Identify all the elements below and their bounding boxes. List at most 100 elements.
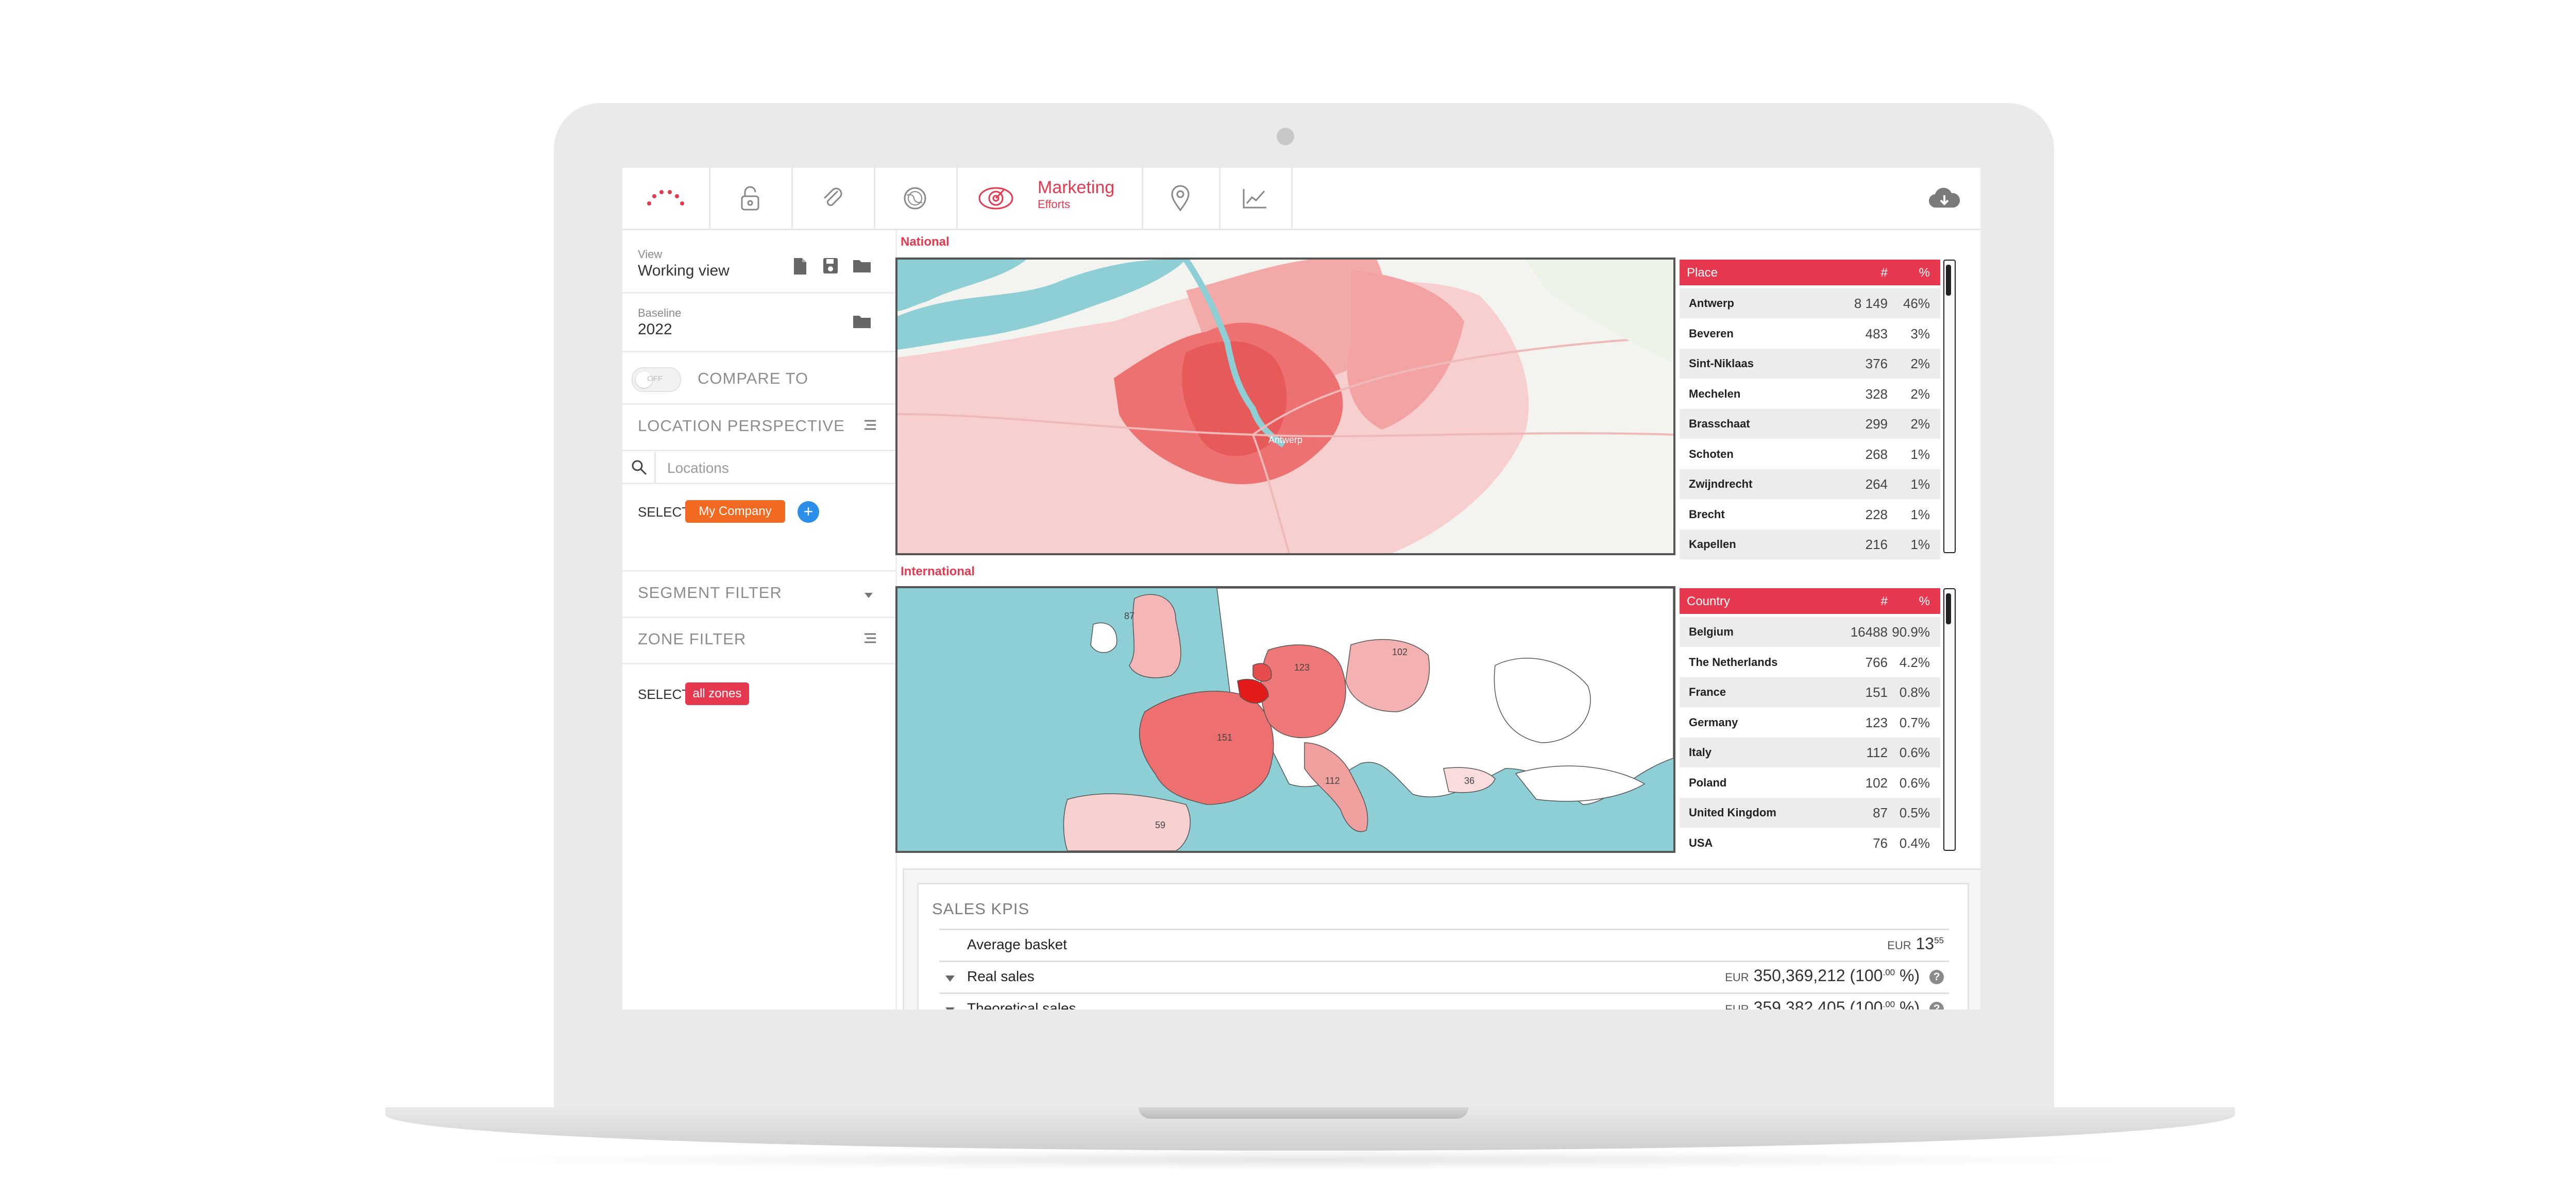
- country-row[interactable]: Italy 112 0.6%: [1680, 738, 1940, 767]
- international-label: International: [901, 564, 975, 578]
- folder-icon[interactable]: [852, 258, 872, 273]
- baseline-folder-icon[interactable]: [852, 314, 872, 329]
- country-percent: 0.5%: [1899, 805, 1930, 820]
- country-row[interactable]: The Netherlands 766 4.2%: [1680, 647, 1940, 677]
- trend-chart-icon: [1243, 189, 1266, 209]
- country-row[interactable]: Belgium 16488 90.9%: [1680, 617, 1940, 647]
- chevron-down-icon[interactable]: [865, 593, 873, 598]
- country-percent: 0.6%: [1899, 775, 1930, 791]
- country-percent: 0.4%: [1899, 835, 1930, 851]
- lock-icon: [741, 186, 759, 211]
- kpi-row[interactable]: Theoretical sales EUR 359,382,405 (100.0…: [939, 992, 1949, 1009]
- laptop-shadow: [464, 1150, 2148, 1170]
- nav-marketing-efforts[interactable]: Marketing Efforts: [956, 168, 1143, 229]
- baseline-value[interactable]: 2022: [638, 321, 672, 338]
- place-name: Kapellen: [1689, 538, 1736, 551]
- kpi-label: Real sales: [967, 968, 1035, 984]
- place-count: 268: [1865, 446, 1888, 462]
- nav-attachments[interactable]: [791, 168, 875, 229]
- map-it-number: 112: [1325, 776, 1340, 786]
- place-row[interactable]: Schoten 268 1%: [1680, 439, 1940, 469]
- place-row[interactable]: Kapellen 216 1%: [1680, 529, 1940, 559]
- country-row[interactable]: Germany 123 0.7%: [1680, 708, 1940, 738]
- country-count: 112: [1866, 745, 1888, 760]
- place-percent: 3%: [1910, 326, 1930, 341]
- place-percent: 2%: [1910, 356, 1930, 371]
- all-zones-pill[interactable]: all zones: [685, 682, 749, 705]
- national-label: National: [901, 235, 950, 249]
- nav-location[interactable]: [1142, 168, 1221, 229]
- expand-caret-icon[interactable]: [945, 975, 955, 982]
- country-row[interactable]: United Kingdom 87 0.5%: [1680, 798, 1940, 828]
- my-company-pill[interactable]: My Company: [685, 500, 785, 523]
- country-count: 87: [1873, 805, 1888, 820]
- left-panel: View Working view Baseline 2022 OFF COMP…: [622, 230, 897, 1009]
- locations-search-input[interactable]: Locations: [654, 452, 897, 483]
- kpi-decimals: 55: [1934, 935, 1944, 946]
- kpi-label: Average basket: [967, 936, 1067, 952]
- place-percent: 46%: [1903, 296, 1930, 311]
- countries-col-num: #: [1880, 594, 1888, 608]
- country-name: The Netherlands: [1689, 655, 1778, 669]
- places-col-name: Place: [1687, 266, 1718, 280]
- menu-lines-icon[interactable]: [862, 419, 878, 431]
- kpi-amount: 359,382,405 (100: [1753, 998, 1883, 1009]
- place-row[interactable]: Brasschaat 299 2%: [1680, 409, 1940, 439]
- international-map[interactable]: 87 123 102 151 112 36 59: [895, 586, 1675, 853]
- national-map[interactable]: Antwerp: [895, 258, 1675, 555]
- zone-menu-lines-icon[interactable]: [862, 632, 878, 644]
- countries-scroll-thumb[interactable]: [1946, 593, 1951, 624]
- place-name: Antwerp: [1689, 297, 1734, 310]
- view-value[interactable]: Working view: [638, 262, 730, 280]
- country-count: 151: [1865, 684, 1888, 700]
- country-name: France: [1689, 686, 1726, 698]
- country-row[interactable]: Poland 102 0.6%: [1680, 768, 1940, 798]
- download-button[interactable]: [1908, 168, 1980, 229]
- place-row[interactable]: Sint-Niklaas 376 2%: [1680, 349, 1940, 379]
- nav-logo[interactable]: [622, 168, 710, 229]
- country-percent: 0.7%: [1899, 714, 1930, 730]
- kpi-row[interactable]: Real sales EUR 350,369,212 (100.00 %) ?: [939, 961, 1949, 994]
- place-count: 216: [1865, 537, 1888, 552]
- place-name: Schoten: [1689, 447, 1734, 460]
- expand-caret-icon[interactable]: [945, 1007, 955, 1009]
- kpi-row[interactable]: Average basket EUR 1355: [939, 929, 1949, 962]
- nav-globe[interactable]: [874, 168, 958, 229]
- nav-trends[interactable]: [1219, 168, 1293, 229]
- places-scroll-thumb[interactable]: [1946, 265, 1951, 296]
- place-row[interactable]: Antwerp 8 149 46%: [1680, 288, 1940, 318]
- place-count: 328: [1865, 386, 1888, 402]
- place-count: 376: [1865, 356, 1888, 371]
- new-file-icon[interactable]: [792, 257, 808, 276]
- kpi-amount: 350,369,212 (100: [1753, 966, 1883, 985]
- compare-toggle[interactable]: OFF: [632, 367, 681, 392]
- countries-scrollbar[interactable]: [1943, 588, 1956, 851]
- help-icon[interactable]: ?: [1929, 1001, 1944, 1009]
- save-icon[interactable]: [822, 257, 839, 275]
- place-row[interactable]: Brecht 228 1%: [1680, 500, 1940, 529]
- places-scrollbar[interactable]: [1943, 260, 1956, 553]
- place-row[interactable]: Beveren 483 3%: [1680, 319, 1940, 349]
- camera-icon: [1277, 128, 1294, 145]
- kpi-amount: 13: [1916, 934, 1935, 953]
- baseline-label: Baseline: [638, 306, 682, 319]
- map-de-number: 123: [1294, 662, 1310, 673]
- country-row[interactable]: USA 76 0.4%: [1680, 828, 1940, 858]
- place-name: Mechelen: [1689, 387, 1741, 400]
- country-count: 16488: [1850, 624, 1888, 640]
- map-center-label: Antwerp: [1268, 435, 1302, 445]
- place-row[interactable]: Zwijndrecht 264 1%: [1680, 469, 1940, 499]
- nav-lock[interactable]: [709, 168, 793, 229]
- kpi-value: EUR 350,369,212 (100.00 %) ?: [1725, 966, 1944, 985]
- country-row[interactable]: France 151 0.8%: [1680, 677, 1940, 707]
- help-icon[interactable]: ?: [1929, 969, 1944, 984]
- kpi-currency: EUR: [1725, 971, 1749, 984]
- kpi-value: EUR 1355: [1887, 934, 1944, 953]
- add-company-button[interactable]: +: [798, 501, 819, 523]
- logo-dots-icon: [647, 190, 684, 206]
- place-row[interactable]: Mechelen 328 2%: [1680, 379, 1940, 409]
- zone-filter-title[interactable]: ZONE FILTER: [638, 630, 746, 648]
- country-name: Poland: [1689, 776, 1727, 789]
- segment-filter-title[interactable]: SEGMENT FILTER: [638, 584, 782, 602]
- map-fr-number: 151: [1217, 732, 1232, 743]
